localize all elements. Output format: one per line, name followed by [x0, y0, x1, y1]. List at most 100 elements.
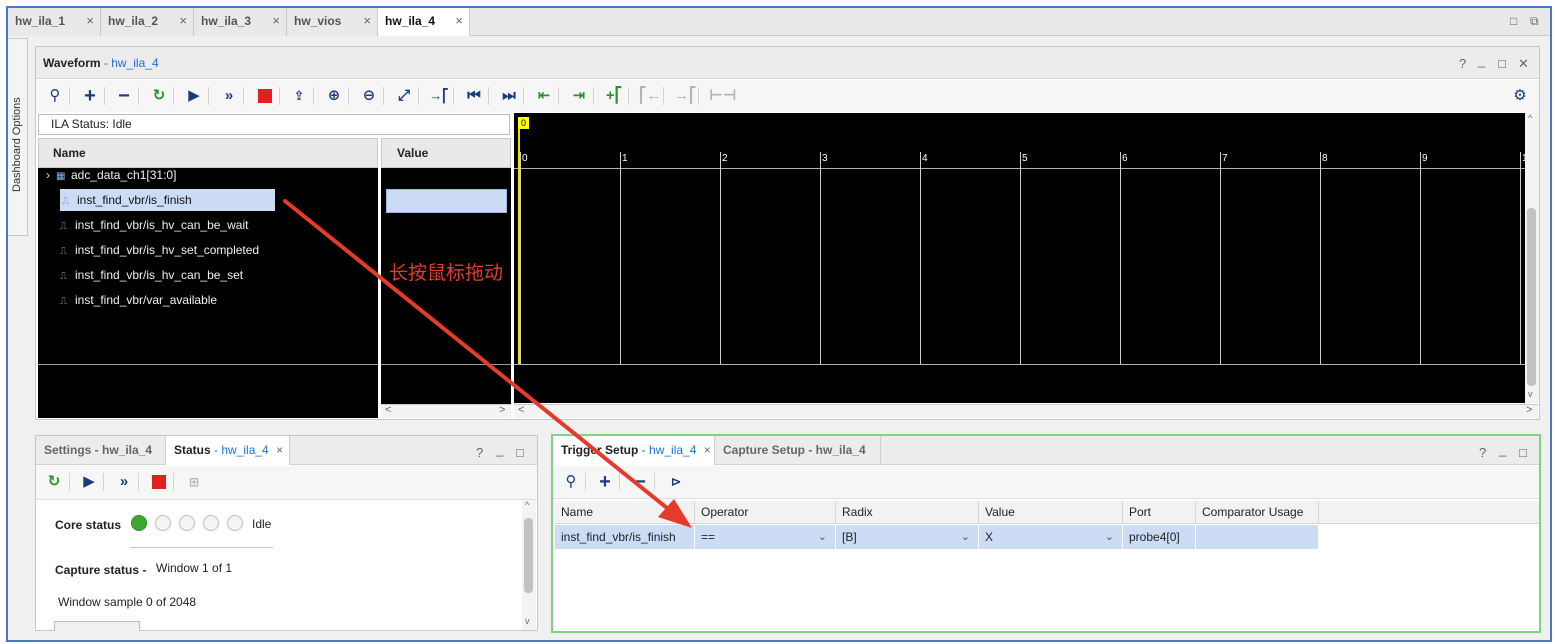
stop-icon[interactable] [255, 86, 275, 106]
help-icon[interactable]: ? [1479, 445, 1486, 460]
help-icon[interactable]: ? [476, 445, 483, 460]
gear-icon[interactable]: ⚙ [1510, 86, 1530, 106]
tab-hw-ila-3[interactable]: hw_ila_3 × [194, 8, 287, 36]
refresh-icon[interactable]: ↻ [44, 472, 64, 492]
scroll-right-icon[interactable]: > [1526, 404, 1532, 416]
probe-name-cell[interactable]: inst_find_vbr/is_finish [555, 525, 695, 549]
minimize-icon[interactable]: _ [496, 442, 503, 457]
scrollbar-thumb[interactable] [524, 518, 533, 593]
restore-icon[interactable]: □ [1510, 14, 1517, 28]
minimize-icon[interactable]: _ [1478, 53, 1485, 68]
value-column-header[interactable]: Value [381, 138, 511, 168]
close-icon[interactable]: × [86, 8, 94, 34]
signal-row-selected[interactable]: ⎍ inst_find_vbr/is_finish [60, 189, 275, 211]
close-icon[interactable]: × [363, 8, 371, 34]
waveform-horizontal-scrollbar[interactable]: < > [514, 404, 1538, 418]
expand-chevron-icon[interactable]: › [46, 168, 50, 182]
scroll-left-icon[interactable]: < [518, 404, 524, 416]
cursor-line[interactable] [518, 128, 520, 364]
operator-dropdown[interactable]: == ⌄ [695, 525, 836, 549]
previous-transition-icon[interactable]: ⇤ [534, 86, 554, 106]
remove-probe-icon[interactable]: − [630, 472, 650, 492]
column-header-value[interactable]: Value [979, 501, 1123, 524]
go-to-cursor-icon[interactable]: →⎡ [429, 86, 449, 106]
column-header-comparator-usage[interactable]: Comparator Usage [1196, 501, 1319, 524]
tab-trigger-setup[interactable]: Trigger Setup - hw_ila_4 × [553, 436, 715, 465]
signal-row[interactable]: ⎍ inst_find_vbr/is_hv_set_completed [60, 239, 259, 261]
add-icon[interactable]: + [80, 86, 100, 106]
cursor-marker[interactable]: 0 [518, 117, 529, 129]
add-probe-icon[interactable]: + [595, 472, 615, 492]
refresh-icon[interactable]: ↻ [149, 86, 169, 106]
toolbar-separator [138, 473, 139, 491]
column-header-name[interactable]: Name [555, 501, 695, 524]
scroll-down-icon[interactable]: v [1528, 389, 1533, 399]
tab-status[interactable]: Status - hw_ila_4 × [166, 436, 290, 465]
signal-row[interactable]: ⎍ inst_find_vbr/var_available [60, 289, 217, 311]
signal-row[interactable]: › ▦ adc_data_ch1[31:0] [46, 164, 176, 186]
signal-row[interactable]: ⎍ inst_find_vbr/is_hv_can_be_set [60, 264, 243, 286]
selected-value-cell[interactable] [386, 189, 507, 213]
export-icon[interactable]: ⇪ [289, 86, 309, 106]
tab-hw-ila-1[interactable]: hw_ila_1 × [8, 8, 101, 36]
next-transition-icon[interactable]: ⇥ [569, 86, 589, 106]
float-icon[interactable]: ⧉ [1530, 14, 1539, 29]
restore-icon[interactable]: □ [1519, 445, 1527, 460]
tab-hw-ila-2[interactable]: hw_ila_2 × [101, 8, 194, 36]
chevron-down-icon[interactable]: ⌄ [961, 525, 970, 549]
value-dropdown[interactable]: X ⌄ [979, 525, 1123, 549]
close-icon[interactable]: ✕ [1518, 56, 1529, 72]
help-icon[interactable]: ? [1459, 56, 1466, 71]
go-to-end-icon[interactable]: ⏭ [499, 86, 519, 106]
restore-icon[interactable]: □ [516, 445, 524, 460]
tab-settings[interactable]: Settings - hw_ila_4 [36, 436, 166, 465]
toolbar-separator [173, 473, 174, 491]
tab-capture-setup[interactable]: Capture Setup - hw_ila_4 [715, 436, 881, 465]
wire-icon: ⎍ [62, 196, 69, 207]
search-icon[interactable]: ⚲ [45, 86, 65, 106]
table-row[interactable]: inst_find_vbr/is_finish == ⌄ [B] ⌄ X ⌄ p… [555, 525, 1319, 549]
close-icon[interactable]: × [276, 443, 283, 457]
run-immediate-icon[interactable]: » [114, 472, 134, 492]
close-icon[interactable]: × [455, 8, 463, 34]
go-to-start-icon[interactable]: ⏮ [464, 86, 484, 106]
run-trigger-icon[interactable]: ▶ [79, 472, 99, 492]
chevron-down-icon[interactable]: ⌄ [1105, 525, 1114, 549]
trigger-condition-icon[interactable]: ⊳ [666, 472, 686, 492]
tab-hw-ila-4[interactable]: hw_ila_4 × [378, 8, 470, 36]
wire-icon: ⎍ [60, 221, 67, 232]
scroll-up-icon[interactable]: ^ [1528, 113, 1532, 123]
scrollbar-thumb[interactable] [1527, 208, 1536, 386]
values-horizontal-scrollbar[interactable]: < > [381, 404, 511, 418]
column-header-radix[interactable]: Radix [836, 501, 979, 524]
minimize-icon[interactable]: _ [1499, 442, 1506, 457]
add-marker-icon[interactable]: +⎡ [604, 86, 624, 106]
column-header-operator[interactable]: Operator [695, 501, 836, 524]
run-trigger-icon[interactable]: ▶ [184, 86, 204, 106]
drag-instruction-annotation: 长按鼠标拖动 [389, 262, 504, 284]
waveform-toolbar: ⚲ + − ↻ ▶ » ⇪ ⊕ ⊖ ⤢ →⎡ ⏮ ⏭ ⇤ ⇥ +⎡ ⎡← →⎡ … [36, 80, 1539, 112]
remove-icon[interactable]: − [114, 86, 134, 106]
dashboard-options-tab[interactable]: Dashboard Options [8, 38, 28, 236]
run-immediate-icon[interactable]: » [219, 86, 239, 106]
chevron-down-icon[interactable]: ⌄ [818, 525, 827, 549]
zoom-out-icon[interactable]: ⊖ [359, 86, 379, 106]
close-icon[interactable]: × [704, 443, 711, 457]
scroll-right-icon[interactable]: > [499, 404, 505, 416]
scroll-up-icon[interactable]: ^ [525, 500, 529, 510]
scroll-down-icon[interactable]: v [525, 616, 530, 626]
signal-row[interactable]: ⎍ inst_find_vbr/is_hv_can_be_wait [60, 214, 248, 236]
time-tick-label: 6 [1122, 153, 1128, 164]
scroll-left-icon[interactable]: < [385, 404, 391, 416]
partial-button[interactable] [54, 621, 140, 631]
restore-icon[interactable]: □ [1498, 56, 1506, 71]
column-header-port[interactable]: Port [1123, 501, 1196, 524]
close-icon[interactable]: × [179, 8, 187, 34]
zoom-in-icon[interactable]: ⊕ [324, 86, 344, 106]
tab-hw-vios[interactable]: hw_vios × [287, 8, 378, 36]
stop-icon[interactable] [149, 472, 169, 492]
radix-dropdown[interactable]: [B] ⌄ [836, 525, 979, 549]
zoom-fit-icon[interactable]: ⤢ [394, 86, 414, 106]
close-icon[interactable]: × [272, 8, 280, 34]
search-icon[interactable]: ⚲ [561, 472, 581, 492]
